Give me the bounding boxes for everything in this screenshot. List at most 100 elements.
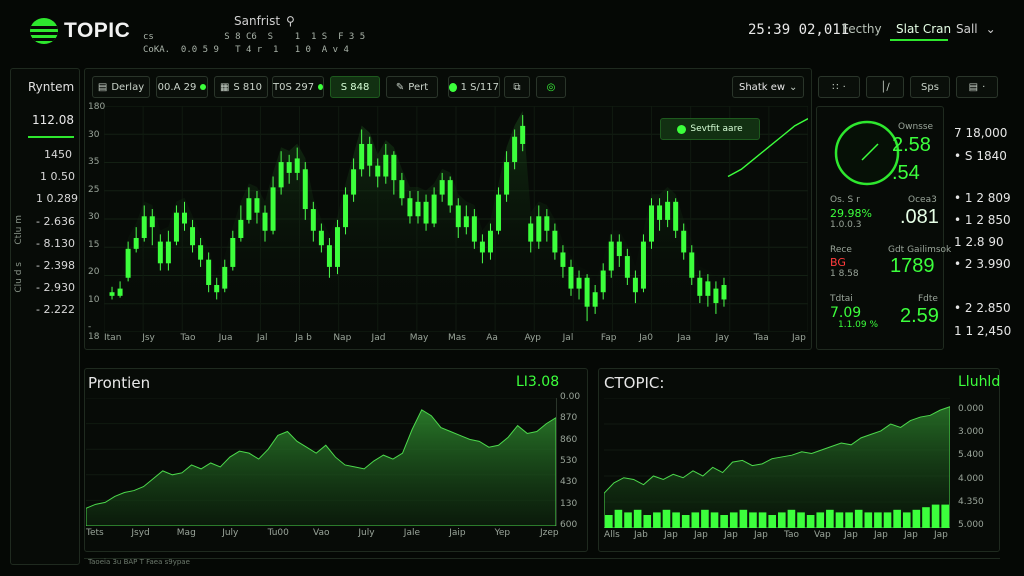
bottom-left-area-chart[interactable] bbox=[86, 398, 556, 526]
x-tick-7: Jad bbox=[371, 333, 386, 343]
right-col-value-4: • 1 2 850 bbox=[954, 213, 1011, 227]
candle bbox=[334, 219, 340, 275]
y-tick-5: 15 bbox=[88, 239, 100, 250]
sidebar-value-7[interactable]: - 2.930 bbox=[36, 281, 75, 294]
metric-sub-1: 1.0.0.3 bbox=[830, 220, 862, 230]
status-dot-icon bbox=[318, 84, 323, 90]
x-tick-11: Jap bbox=[934, 530, 948, 540]
toolbar-value-button[interactable]: 00.A 29 bbox=[156, 76, 208, 98]
x-tick-7: Jale bbox=[403, 528, 421, 538]
y-tick-5: 5.000 bbox=[958, 520, 984, 530]
x-tick-6: Tao bbox=[784, 530, 800, 540]
toolbar-s117-button[interactable]: 1 S/117 bbox=[448, 76, 500, 98]
metric-tag-3: Fdte bbox=[918, 294, 938, 304]
volume-bar bbox=[854, 509, 863, 528]
y-tick-3: 530 bbox=[560, 456, 578, 466]
toolbar-options-button[interactable]: ▤ · bbox=[956, 76, 998, 98]
gauge-value-secondary: .54 bbox=[892, 162, 920, 184]
right-col-value-5: 1 2.8 90 bbox=[954, 235, 1004, 249]
metric-label-1: Os. S r bbox=[830, 195, 860, 205]
volume-bar bbox=[893, 509, 901, 528]
x-tick-2: Tao bbox=[180, 333, 196, 343]
x-tick-5: Jap bbox=[754, 530, 768, 540]
x-tick-3: Jap bbox=[694, 530, 708, 540]
volume-bar bbox=[720, 515, 728, 528]
status-dot-icon bbox=[200, 84, 207, 90]
sidebar-value-4[interactable]: - 2.636 bbox=[36, 215, 75, 228]
toolbar-pert-button[interactable]: ✎ Pert bbox=[386, 76, 438, 98]
metric-label-2: Rece bbox=[830, 245, 852, 255]
metric-percent-3: 7.09 bbox=[830, 305, 862, 321]
toolbar-t0s-button[interactable]: T0S 297 bbox=[272, 76, 324, 98]
bottom-left-y-axis: 0.00 870 860 530 430 130 600 bbox=[560, 392, 586, 532]
x-tick-2: Jap bbox=[664, 530, 678, 540]
sidebar-value-1[interactable]: 1450 bbox=[44, 148, 72, 161]
sidebar-value-8[interactable]: - 2.222 bbox=[36, 303, 75, 316]
candle bbox=[649, 198, 655, 249]
x-tick-3: Jua bbox=[218, 333, 233, 343]
volume-bar bbox=[797, 512, 805, 528]
x-tick-8: May bbox=[409, 333, 429, 343]
x-tick-11: Ayp bbox=[524, 333, 542, 343]
bottom-left-value: LI3.08 bbox=[516, 374, 560, 390]
app-logo[interactable]: TOPIC bbox=[30, 18, 130, 44]
toolbar-copy-button[interactable]: ⧉ bbox=[504, 76, 530, 98]
gauge-value-main: 2.58 bbox=[892, 134, 931, 156]
toolbar-s848-button[interactable]: S 848 bbox=[330, 76, 380, 98]
volume-bar bbox=[922, 507, 930, 528]
sidebar-value-3[interactable]: 1 0.289 bbox=[36, 192, 78, 205]
sidebar-value-6[interactable]: - 2.398 bbox=[36, 259, 75, 272]
timeframe-select[interactable]: Shatk ew ⌄ bbox=[732, 76, 804, 98]
bottom-right-combo-chart[interactable] bbox=[604, 398, 950, 528]
chevron-down-icon: ⌄ bbox=[789, 81, 798, 93]
x-tick-6: July bbox=[358, 528, 375, 538]
toolbar-draw-button[interactable]: │∕ bbox=[866, 76, 904, 98]
sidebar-value-5[interactable]: - 8.130 bbox=[36, 237, 75, 250]
nav-slat-cran[interactable]: Slat Cran bbox=[896, 22, 951, 36]
sidebar-value-2[interactable]: 1 0.50 bbox=[40, 170, 75, 183]
bars-icon: ∷ bbox=[832, 81, 839, 93]
toolbar-sps-button[interactable]: Sps bbox=[910, 76, 950, 98]
toolbar-derlay-button[interactable]: ▤ Derlay bbox=[92, 76, 150, 98]
x-tick-13: Fap bbox=[600, 333, 617, 343]
sidebar-title: Ryntem bbox=[28, 80, 75, 94]
x-tick-4: Tu00 bbox=[267, 528, 289, 538]
y-tick-2: 5.400 bbox=[958, 450, 984, 461]
volume-bar bbox=[874, 512, 882, 528]
y-tick-1: 3.000 bbox=[958, 427, 984, 438]
y-tick-0: 180 bbox=[88, 102, 106, 112]
header-search[interactable]: Sanfrist ⚲ bbox=[234, 14, 295, 28]
logo-icon bbox=[30, 18, 58, 44]
edit-icon: ✎ bbox=[395, 81, 405, 93]
x-tick-12: Jal bbox=[562, 333, 574, 343]
x-tick-18: Jap bbox=[792, 333, 806, 343]
toolbar-indicator-button[interactable]: ∷ · bbox=[818, 76, 860, 98]
toolbar-target-button[interactable]: ◎ bbox=[536, 76, 566, 98]
signal-badge-button[interactable]: Sevtfit aare bbox=[660, 118, 760, 140]
volume-bar bbox=[883, 512, 892, 528]
toolbar-s810-button[interactable]: ▦ S 810 bbox=[214, 76, 268, 98]
header-info-line-1: cs S 8 C6 S 1 1 S F 3 5 bbox=[143, 32, 366, 42]
x-tick-4: Jal bbox=[256, 333, 268, 343]
volume-bar bbox=[672, 512, 680, 528]
x-tick-0: Alls bbox=[604, 530, 620, 540]
volume-bar bbox=[643, 515, 652, 528]
y-tick-0: 0.00 bbox=[560, 392, 581, 402]
x-tick-2: Mag bbox=[176, 528, 196, 538]
search-icon[interactable]: ⚲ bbox=[286, 14, 295, 28]
right-col-value-6: • 2 3.990 bbox=[954, 257, 1011, 271]
nav-sall-dropdown[interactable]: Sall ⌄ bbox=[956, 22, 996, 36]
y-tick-6: 20 bbox=[88, 267, 100, 277]
volume-bar bbox=[614, 509, 623, 528]
x-tick-0: Itan bbox=[104, 333, 122, 343]
chevron-down-icon: ⌄ bbox=[985, 22, 996, 36]
copy-icon: ⧉ bbox=[513, 81, 521, 93]
volume-bar bbox=[605, 515, 613, 528]
sidebar-vertical-label-2: Clu d s bbox=[14, 262, 24, 293]
volume-bar bbox=[806, 515, 815, 528]
sidebar-active-item[interactable]: 112.08 bbox=[32, 113, 74, 127]
x-tick-9: Yep bbox=[494, 528, 511, 538]
bottom-left-y-axis-line bbox=[556, 398, 557, 526]
nav-fecthy[interactable]: Fecthy bbox=[842, 22, 882, 36]
x-tick-4: Jap bbox=[724, 530, 738, 540]
